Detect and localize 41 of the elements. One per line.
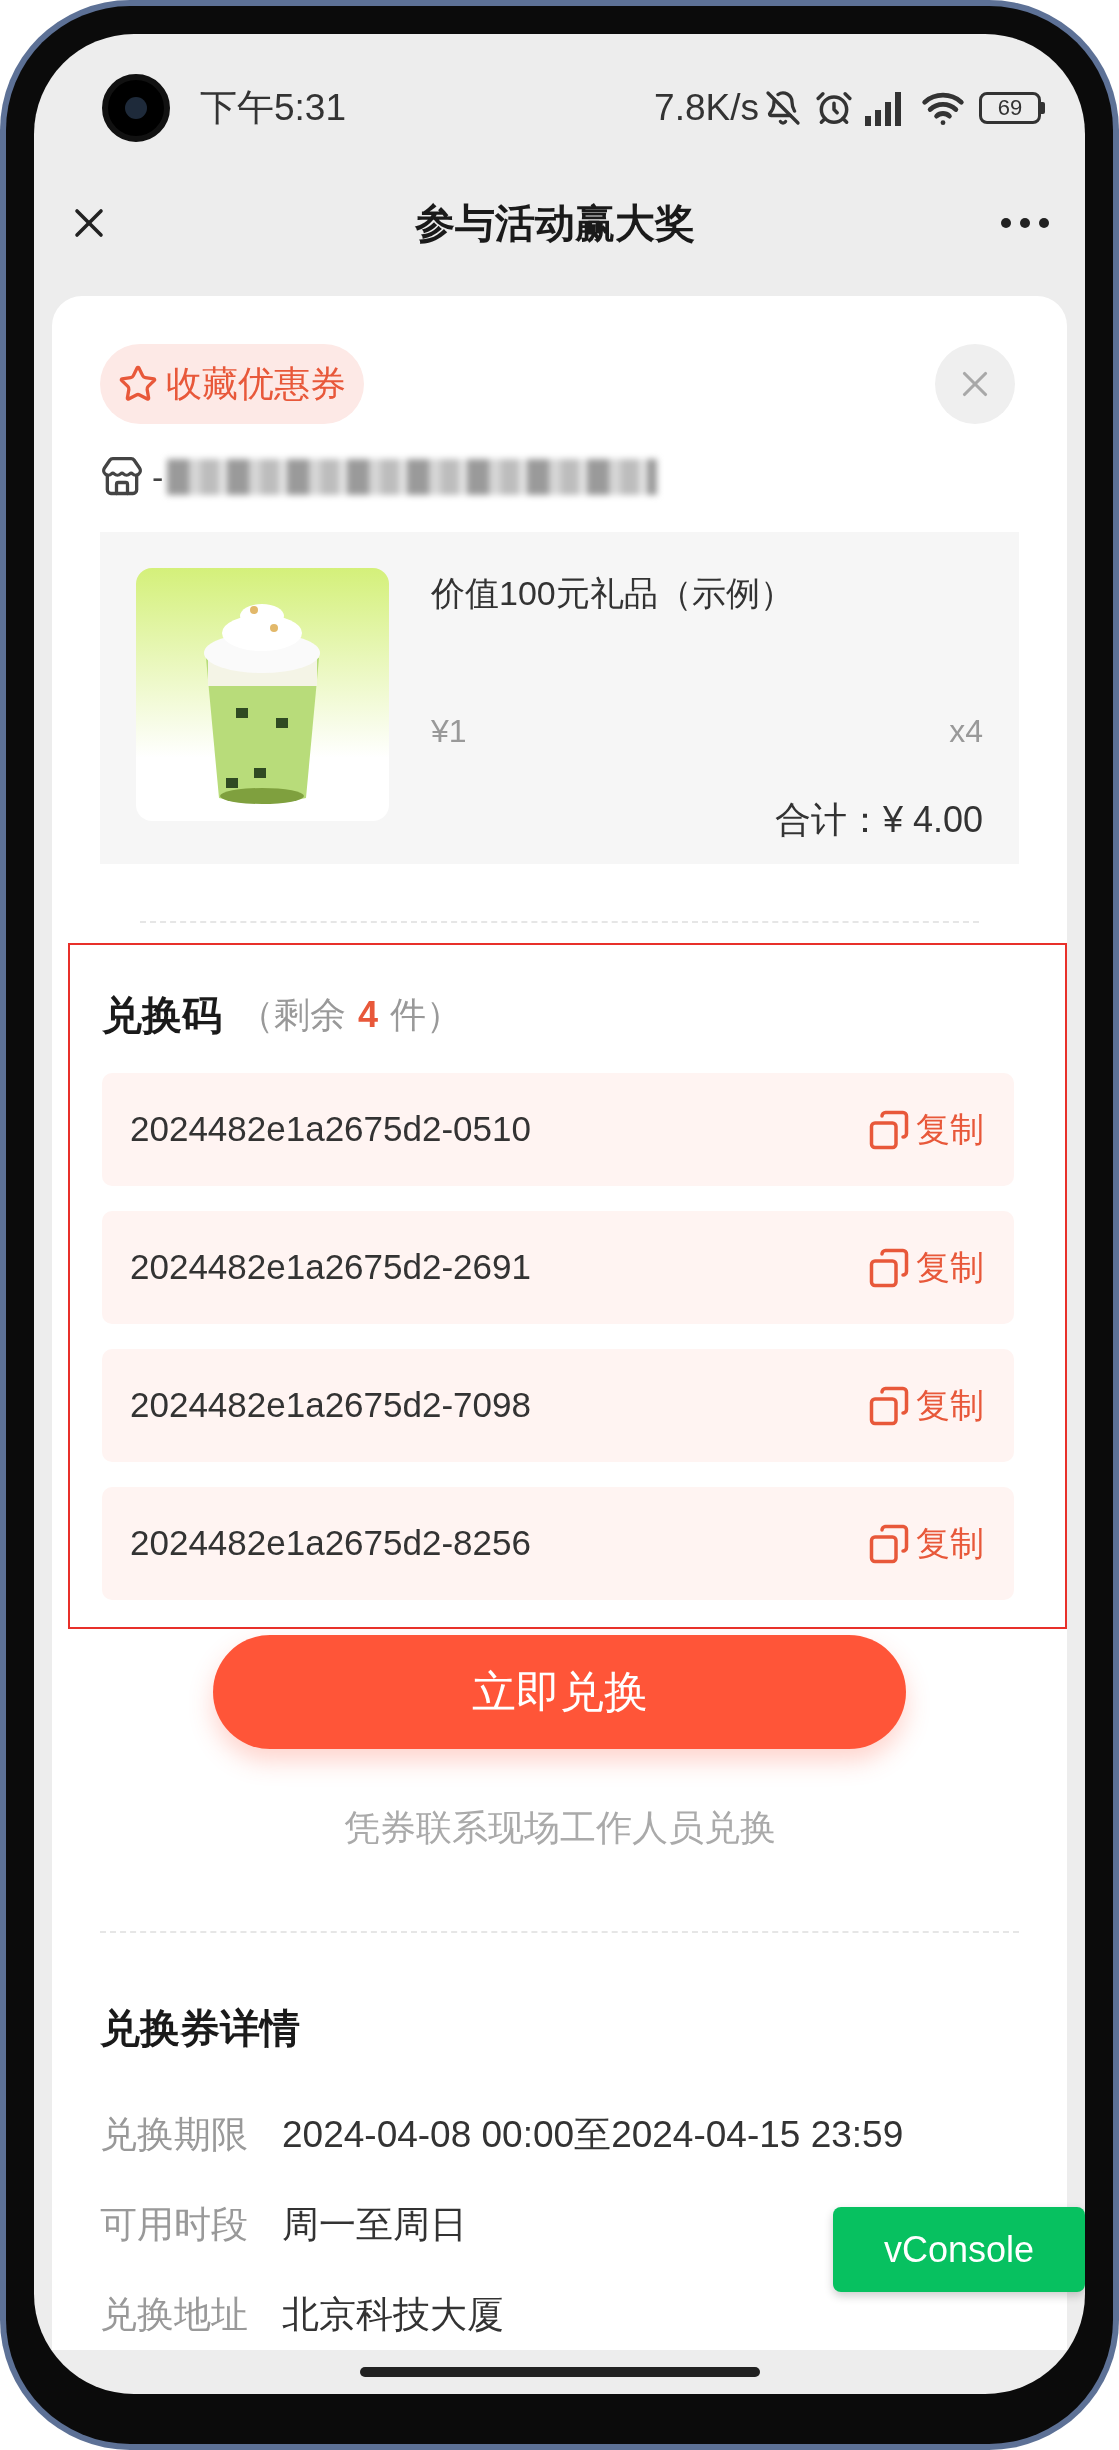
copy-button[interactable]: 复制: [868, 1242, 984, 1293]
battery-indicator: 69: [979, 92, 1045, 124]
detail-value: 北京科技大厦: [282, 2293, 504, 2338]
redeem-code: 2024482e1a2675d2-0510: [130, 1108, 532, 1151]
redeem-code: 2024482e1a2675d2-2691: [130, 1246, 532, 1289]
store-prefix: -: [152, 456, 164, 498]
redeem-button[interactable]: 立即兑换: [213, 1635, 906, 1749]
details-title: 兑换券详情: [100, 2005, 301, 2052]
redeem-code: 2024482e1a2675d2-8256: [130, 1522, 532, 1565]
mute-icon: [765, 90, 801, 126]
remaining-count: 4: [358, 993, 379, 1037]
redeem-code: 2024482e1a2675d2-7098: [130, 1384, 532, 1427]
detail-label: 可用时段: [100, 2203, 249, 2248]
unit-price: ¥1: [431, 712, 467, 751]
detail-value: 2024-04-08 00:00至2024-04-15 23:59: [282, 2113, 904, 2158]
copy-icon: [868, 1108, 910, 1151]
copy-button[interactable]: 复制: [868, 1104, 984, 1155]
total-label: 合计：: [774, 798, 883, 842]
copy-icon: [868, 1384, 910, 1427]
status-time: 下午5:31: [200, 86, 346, 131]
vconsole-button[interactable]: vConsole: [833, 2207, 1085, 2292]
favorite-coupon-button[interactable]: 收藏优惠券: [100, 344, 364, 424]
remaining-label: （剩余: [238, 993, 346, 1037]
copy-icon: [868, 1246, 910, 1289]
more-icon: [1001, 218, 1049, 228]
section-title: 兑换码: [102, 992, 222, 1039]
product-name: 价值100元礼品（示例）: [431, 573, 795, 614]
detail-value: 周一至周日: [282, 2203, 467, 2248]
total-amount: ¥ 4.00: [882, 798, 983, 842]
copy-button[interactable]: 复制: [868, 1518, 984, 1569]
star-icon: [118, 364, 158, 404]
redeem-hint: 凭券联系现场工作人员兑换: [342, 1806, 777, 1850]
copy-button[interactable]: 复制: [868, 1380, 984, 1431]
page-title: 参与活动赢大奖: [413, 200, 696, 247]
detail-label: 兑换地址: [100, 2293, 249, 2338]
quantity: x4: [949, 712, 983, 751]
alarm-icon: [815, 89, 853, 127]
detail-label: 兑换期限: [100, 2113, 249, 2158]
copy-icon: [868, 1522, 910, 1565]
remaining-unit: 件）: [390, 993, 463, 1037]
network-speed: 7.8K/s: [654, 86, 759, 131]
